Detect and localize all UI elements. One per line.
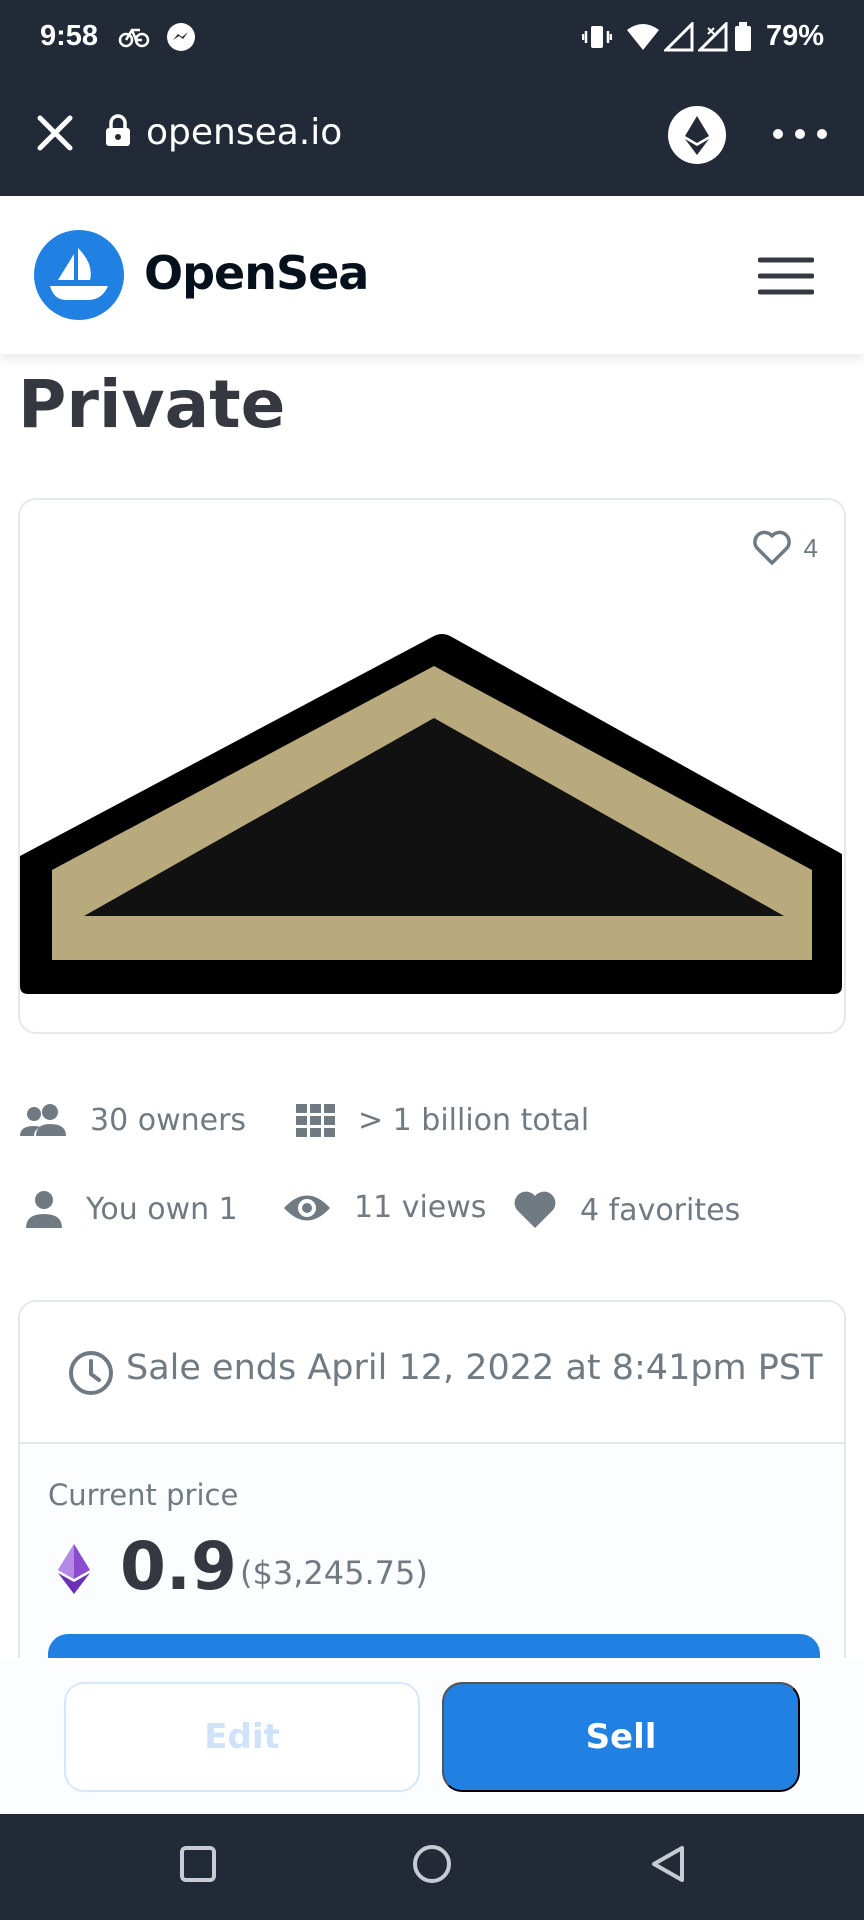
clock-icon	[68, 1350, 114, 1401]
vibrate-icon	[581, 22, 613, 57]
sell-button[interactable]: Sell	[442, 1682, 800, 1792]
wifi-icon	[626, 22, 660, 57]
recents-button[interactable]	[178, 1844, 218, 1889]
action-bar: Edit Sell	[0, 1658, 864, 1814]
you-own-stat: You own 1	[24, 1190, 238, 1228]
logo-text[interactable]: OpenSea	[144, 246, 369, 300]
sale-ends-text: Sale ends April 12, 2022 at 8:41pm PST	[126, 1348, 823, 1388]
nft-image[interactable]	[20, 630, 846, 1000]
ethereum-wallet-button[interactable]	[668, 106, 726, 164]
ethereum-price-icon	[56, 1542, 92, 1601]
browser-bar: opensea.io	[0, 78, 864, 196]
site-header: OpenSea	[0, 196, 864, 354]
people-icon	[20, 1102, 68, 1138]
heart-filled-icon	[512, 1190, 558, 1230]
page-title: Private	[18, 366, 286, 443]
total-text: > 1 billion total	[358, 1102, 590, 1138]
hamburger-icon	[757, 257, 815, 295]
browser-menu-button[interactable]	[770, 122, 830, 146]
price-label: Current price	[48, 1478, 239, 1512]
system-nav-bar	[0, 1814, 864, 1920]
owners-text: 30 owners	[90, 1102, 247, 1138]
ship-icon	[50, 248, 108, 300]
signal-icon	[662, 20, 694, 57]
square-icon	[180, 1846, 216, 1882]
edit-button[interactable]: Edit	[64, 1682, 420, 1792]
more-dots-icon	[773, 129, 827, 139]
eye-icon	[282, 1191, 332, 1225]
favorites-text: 4 favorites	[580, 1192, 741, 1228]
close-icon	[37, 115, 73, 151]
lock-icon	[104, 114, 132, 153]
battery-icon	[734, 22, 752, 57]
sale-card: Sale ends April 12, 2022 at 8:41pm PST C…	[18, 1300, 846, 1720]
favorite-count: 4	[803, 532, 818, 563]
sale-header: Sale ends April 12, 2022 at 8:41pm PST	[20, 1302, 844, 1444]
messenger-icon	[166, 22, 196, 57]
owners-stat[interactable]: 30 owners	[20, 1102, 246, 1138]
close-tab-button[interactable]	[30, 108, 80, 158]
url-text[interactable]: opensea.io	[146, 112, 342, 153]
status-bar: 9:58 79%	[0, 0, 864, 78]
total-stat: > 1 billion total	[296, 1102, 589, 1138]
views-text: 11 views	[354, 1190, 487, 1225]
favorites-stat[interactable]: 4 favorites	[512, 1190, 740, 1230]
home-button[interactable]	[410, 1844, 454, 1893]
opensea-logo[interactable]	[34, 230, 124, 320]
circle-icon	[413, 1845, 451, 1883]
status-time: 9:58	[40, 20, 99, 52]
menu-button[interactable]	[757, 256, 815, 296]
favorite-button[interactable]: 4	[752, 530, 818, 566]
back-triangle-icon	[652, 1846, 684, 1882]
ethereum-icon	[685, 116, 709, 155]
battery-level: 79%	[765, 20, 824, 52]
price-usd: ($3,245.75)	[240, 1554, 428, 1592]
bike-icon	[118, 22, 150, 55]
person-icon	[24, 1190, 64, 1228]
price-eth: 0.9	[120, 1528, 237, 1605]
views-stat: 11 views	[282, 1190, 486, 1225]
heart-outline-icon	[752, 530, 791, 565]
you-own-text: You own 1	[86, 1191, 238, 1227]
back-button[interactable]	[648, 1844, 688, 1889]
grid-icon	[296, 1102, 336, 1138]
nft-image-card: 4	[18, 498, 846, 1034]
signal-icon-2	[696, 20, 728, 57]
